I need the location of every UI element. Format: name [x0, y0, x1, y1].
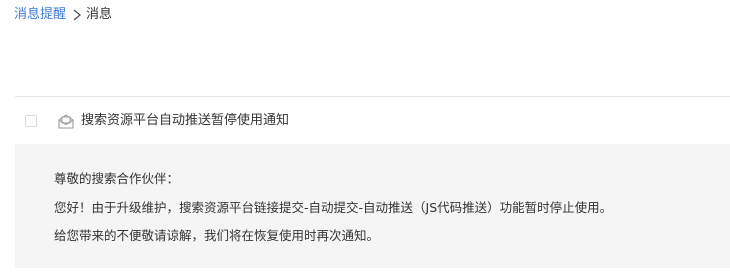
- breadcrumb-current: 消息: [86, 7, 113, 22]
- breadcrumb-link-message-reminder[interactable]: 消息提醒: [14, 5, 66, 25]
- message-line-1: 您好！由于升级维护，搜索资源平台链接提交-自动提交-自动推送（JS代码推送）功能…: [54, 200, 613, 215]
- breadcrumb: 消息提醒 消息: [14, 5, 112, 25]
- message-page: 消息提醒 消息 搜索资源平台自动推送暂停使用通知 尊敬的搜索合作伙伴： 您好！由…: [0, 0, 730, 274]
- message-line-2: 给您带来的不便敬请谅解，我们将在恢复使用时再次通知。: [54, 228, 380, 243]
- message-body: 尊敬的搜索合作伙伴： 您好！由于升级维护，搜索资源平台链接提交-自动提交-自动推…: [15, 144, 730, 268]
- message-row[interactable]: 搜索资源平台自动推送暂停使用通知: [15, 97, 730, 144]
- chevron-right-icon: [73, 9, 82, 21]
- envelope-open-icon: [58, 113, 74, 129]
- message-greeting: 尊敬的搜索合作伙伴：: [54, 171, 180, 186]
- message-title[interactable]: 搜索资源平台自动推送暂停使用通知: [81, 112, 289, 130]
- message-checkbox[interactable]: [25, 114, 37, 127]
